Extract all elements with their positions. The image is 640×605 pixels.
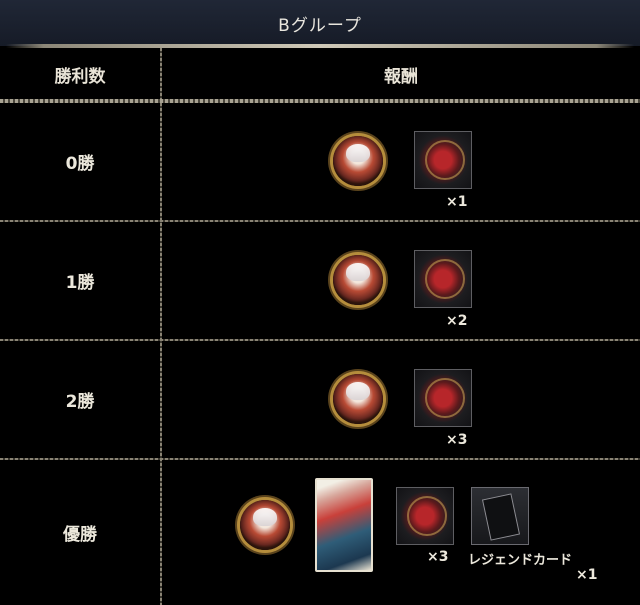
crest-item-icon	[414, 131, 472, 189]
legend-card-quantity: ×1	[576, 567, 598, 583]
header-rewards: 報酬	[384, 66, 418, 87]
header-wins: 勝利数	[54, 66, 106, 87]
table-header-row: 勝利数 報酬	[0, 48, 640, 100]
wins-label: 2勝	[65, 392, 95, 412]
table-row: 1勝 ×2	[0, 222, 640, 339]
character-medal-icon	[240, 500, 290, 550]
item-quantity: ×3	[446, 432, 468, 448]
legend-card-name: レジェンドカード	[468, 553, 573, 568]
wins-label: 優勝	[63, 525, 97, 545]
crest-item-icon	[396, 487, 454, 545]
group-title: Bグループ	[278, 15, 362, 36]
group-title-bar: Bグループ	[0, 0, 640, 48]
rewards-cell: ×3 レジェンドカード ×1	[162, 460, 640, 605]
wins-cell: 1勝	[0, 222, 160, 339]
item-quantity: ×3	[427, 549, 449, 565]
wins-label: 1勝	[65, 273, 95, 293]
character-medal-icon	[333, 136, 383, 186]
crest-item-icon	[414, 369, 472, 427]
character-medal-icon	[333, 374, 383, 424]
wins-cell: 0勝	[0, 103, 160, 220]
rewards-cell: ×1	[162, 103, 640, 220]
wins-cell: 2勝	[0, 341, 160, 458]
wins-label: 0勝	[65, 154, 95, 174]
wins-cell: 優勝	[0, 460, 160, 605]
table-row: 0勝 ×1	[0, 103, 640, 220]
character-medal-icon	[333, 255, 383, 305]
table-row: 2勝 ×3	[0, 341, 640, 458]
rewards-cell: ×3	[162, 341, 640, 458]
reward-table: 勝利数 報酬 0勝 ×1 1勝 ×2 2勝 ×3 優勝 ×3 レジェンドカード …	[0, 48, 640, 605]
header-rewards-cell: 報酬	[162, 48, 640, 100]
item-quantity: ×2	[446, 313, 468, 329]
legend-card-icon	[471, 487, 529, 545]
crest-item-icon	[414, 250, 472, 308]
header-wins-cell: 勝利数	[0, 48, 160, 100]
table-row: 優勝 ×3 レジェンドカード ×1	[0, 460, 640, 605]
illustration-card-icon	[315, 478, 373, 572]
item-quantity: ×1	[446, 194, 468, 210]
rewards-cell: ×2	[162, 222, 640, 339]
